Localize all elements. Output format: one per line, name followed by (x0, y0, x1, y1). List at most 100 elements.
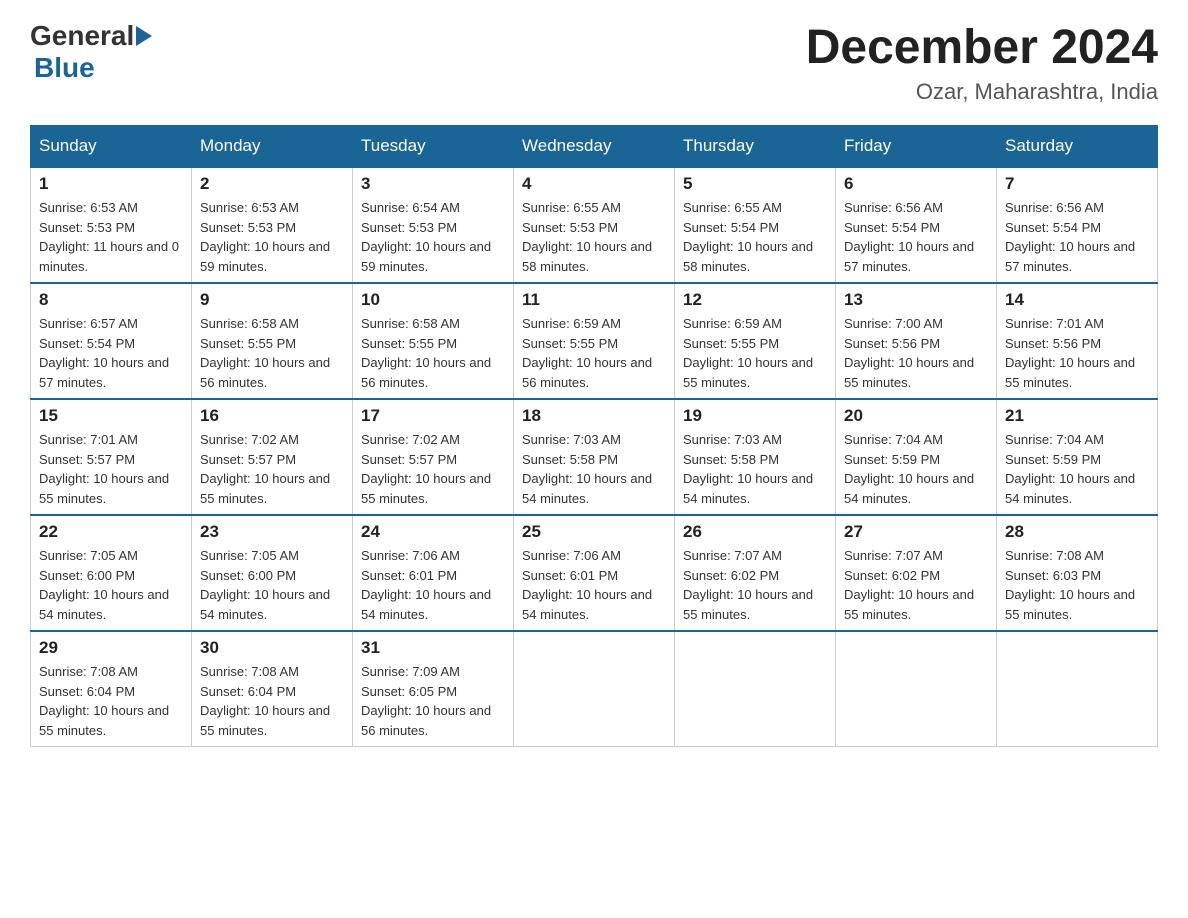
day-number: 2 (200, 174, 344, 194)
location-text: Ozar, Maharashtra, India (806, 79, 1158, 105)
day-info: Sunrise: 7:08 AM Sunset: 6:04 PM Dayligh… (39, 662, 183, 740)
calendar-day-cell (675, 631, 836, 747)
day-info: Sunrise: 7:01 AM Sunset: 5:56 PM Dayligh… (1005, 314, 1149, 392)
day-number: 24 (361, 522, 505, 542)
calendar-day-cell: 7 Sunrise: 6:56 AM Sunset: 5:54 PM Dayli… (997, 167, 1158, 283)
calendar-day-cell (514, 631, 675, 747)
day-number: 29 (39, 638, 183, 658)
calendar-day-cell: 22 Sunrise: 7:05 AM Sunset: 6:00 PM Dayl… (31, 515, 192, 631)
day-number: 20 (844, 406, 988, 426)
header-thursday: Thursday (675, 126, 836, 168)
day-info: Sunrise: 6:58 AM Sunset: 5:55 PM Dayligh… (200, 314, 344, 392)
day-info: Sunrise: 6:54 AM Sunset: 5:53 PM Dayligh… (361, 198, 505, 276)
header-sunday: Sunday (31, 126, 192, 168)
calendar-day-cell: 11 Sunrise: 6:59 AM Sunset: 5:55 PM Dayl… (514, 283, 675, 399)
logo-blue-text: Blue (34, 52, 95, 83)
day-info: Sunrise: 6:53 AM Sunset: 5:53 PM Dayligh… (39, 198, 183, 276)
day-number: 28 (1005, 522, 1149, 542)
calendar-day-cell: 31 Sunrise: 7:09 AM Sunset: 6:05 PM Dayl… (353, 631, 514, 747)
header-friday: Friday (836, 126, 997, 168)
calendar-week-row: 22 Sunrise: 7:05 AM Sunset: 6:00 PM Dayl… (31, 515, 1158, 631)
header-wednesday: Wednesday (514, 126, 675, 168)
header-tuesday: Tuesday (353, 126, 514, 168)
title-section: December 2024 Ozar, Maharashtra, India (806, 20, 1158, 105)
calendar-day-cell (997, 631, 1158, 747)
day-number: 1 (39, 174, 183, 194)
calendar-day-cell: 14 Sunrise: 7:01 AM Sunset: 5:56 PM Dayl… (997, 283, 1158, 399)
day-info: Sunrise: 7:09 AM Sunset: 6:05 PM Dayligh… (361, 662, 505, 740)
day-info: Sunrise: 7:06 AM Sunset: 6:01 PM Dayligh… (522, 546, 666, 624)
day-number: 19 (683, 406, 827, 426)
logo-arrow-icon (136, 26, 152, 46)
calendar-day-cell: 10 Sunrise: 6:58 AM Sunset: 5:55 PM Dayl… (353, 283, 514, 399)
day-info: Sunrise: 6:57 AM Sunset: 5:54 PM Dayligh… (39, 314, 183, 392)
day-number: 8 (39, 290, 183, 310)
day-number: 11 (522, 290, 666, 310)
day-info: Sunrise: 6:56 AM Sunset: 5:54 PM Dayligh… (1005, 198, 1149, 276)
calendar-day-cell: 28 Sunrise: 7:08 AM Sunset: 6:03 PM Dayl… (997, 515, 1158, 631)
header-saturday: Saturday (997, 126, 1158, 168)
day-number: 17 (361, 406, 505, 426)
day-number: 31 (361, 638, 505, 658)
day-number: 13 (844, 290, 988, 310)
header-monday: Monday (192, 126, 353, 168)
day-number: 26 (683, 522, 827, 542)
day-info: Sunrise: 7:02 AM Sunset: 5:57 PM Dayligh… (200, 430, 344, 508)
day-number: 23 (200, 522, 344, 542)
day-info: Sunrise: 7:05 AM Sunset: 6:00 PM Dayligh… (200, 546, 344, 624)
calendar-day-cell: 16 Sunrise: 7:02 AM Sunset: 5:57 PM Dayl… (192, 399, 353, 515)
calendar-week-row: 29 Sunrise: 7:08 AM Sunset: 6:04 PM Dayl… (31, 631, 1158, 747)
calendar-day-cell: 23 Sunrise: 7:05 AM Sunset: 6:00 PM Dayl… (192, 515, 353, 631)
day-number: 4 (522, 174, 666, 194)
calendar-day-cell: 18 Sunrise: 7:03 AM Sunset: 5:58 PM Dayl… (514, 399, 675, 515)
calendar-day-cell: 3 Sunrise: 6:54 AM Sunset: 5:53 PM Dayli… (353, 167, 514, 283)
day-info: Sunrise: 7:03 AM Sunset: 5:58 PM Dayligh… (683, 430, 827, 508)
day-number: 15 (39, 406, 183, 426)
calendar-day-cell: 2 Sunrise: 6:53 AM Sunset: 5:53 PM Dayli… (192, 167, 353, 283)
day-number: 18 (522, 406, 666, 426)
day-info: Sunrise: 6:56 AM Sunset: 5:54 PM Dayligh… (844, 198, 988, 276)
day-info: Sunrise: 7:00 AM Sunset: 5:56 PM Dayligh… (844, 314, 988, 392)
day-number: 30 (200, 638, 344, 658)
day-info: Sunrise: 7:07 AM Sunset: 6:02 PM Dayligh… (844, 546, 988, 624)
day-number: 12 (683, 290, 827, 310)
day-info: Sunrise: 7:05 AM Sunset: 6:00 PM Dayligh… (39, 546, 183, 624)
calendar-day-cell: 5 Sunrise: 6:55 AM Sunset: 5:54 PM Dayli… (675, 167, 836, 283)
calendar-header-row: Sunday Monday Tuesday Wednesday Thursday… (31, 126, 1158, 168)
day-info: Sunrise: 7:08 AM Sunset: 6:04 PM Dayligh… (200, 662, 344, 740)
day-number: 21 (1005, 406, 1149, 426)
logo-general-text: General (30, 20, 134, 52)
calendar-day-cell: 24 Sunrise: 7:06 AM Sunset: 6:01 PM Dayl… (353, 515, 514, 631)
day-number: 10 (361, 290, 505, 310)
day-number: 7 (1005, 174, 1149, 194)
day-info: Sunrise: 7:06 AM Sunset: 6:01 PM Dayligh… (361, 546, 505, 624)
day-info: Sunrise: 7:04 AM Sunset: 5:59 PM Dayligh… (1005, 430, 1149, 508)
day-number: 5 (683, 174, 827, 194)
day-info: Sunrise: 6:53 AM Sunset: 5:53 PM Dayligh… (200, 198, 344, 276)
calendar-day-cell: 20 Sunrise: 7:04 AM Sunset: 5:59 PM Dayl… (836, 399, 997, 515)
calendar-day-cell: 4 Sunrise: 6:55 AM Sunset: 5:53 PM Dayli… (514, 167, 675, 283)
day-info: Sunrise: 6:55 AM Sunset: 5:53 PM Dayligh… (522, 198, 666, 276)
day-info: Sunrise: 6:55 AM Sunset: 5:54 PM Dayligh… (683, 198, 827, 276)
day-info: Sunrise: 7:01 AM Sunset: 5:57 PM Dayligh… (39, 430, 183, 508)
day-number: 25 (522, 522, 666, 542)
day-info: Sunrise: 7:08 AM Sunset: 6:03 PM Dayligh… (1005, 546, 1149, 624)
calendar-day-cell: 8 Sunrise: 6:57 AM Sunset: 5:54 PM Dayli… (31, 283, 192, 399)
day-number: 14 (1005, 290, 1149, 310)
calendar-day-cell: 29 Sunrise: 7:08 AM Sunset: 6:04 PM Dayl… (31, 631, 192, 747)
calendar-week-row: 1 Sunrise: 6:53 AM Sunset: 5:53 PM Dayli… (31, 167, 1158, 283)
calendar-day-cell: 27 Sunrise: 7:07 AM Sunset: 6:02 PM Dayl… (836, 515, 997, 631)
calendar-day-cell: 9 Sunrise: 6:58 AM Sunset: 5:55 PM Dayli… (192, 283, 353, 399)
calendar-day-cell: 17 Sunrise: 7:02 AM Sunset: 5:57 PM Dayl… (353, 399, 514, 515)
calendar-week-row: 15 Sunrise: 7:01 AM Sunset: 5:57 PM Dayl… (31, 399, 1158, 515)
logo: General Blue (30, 20, 154, 84)
day-info: Sunrise: 7:02 AM Sunset: 5:57 PM Dayligh… (361, 430, 505, 508)
calendar-day-cell: 21 Sunrise: 7:04 AM Sunset: 5:59 PM Dayl… (997, 399, 1158, 515)
day-number: 6 (844, 174, 988, 194)
day-number: 22 (39, 522, 183, 542)
day-number: 16 (200, 406, 344, 426)
page-header: General Blue December 2024 Ozar, Maharas… (30, 20, 1158, 105)
day-info: Sunrise: 6:58 AM Sunset: 5:55 PM Dayligh… (361, 314, 505, 392)
calendar-week-row: 8 Sunrise: 6:57 AM Sunset: 5:54 PM Dayli… (31, 283, 1158, 399)
calendar-day-cell (836, 631, 997, 747)
